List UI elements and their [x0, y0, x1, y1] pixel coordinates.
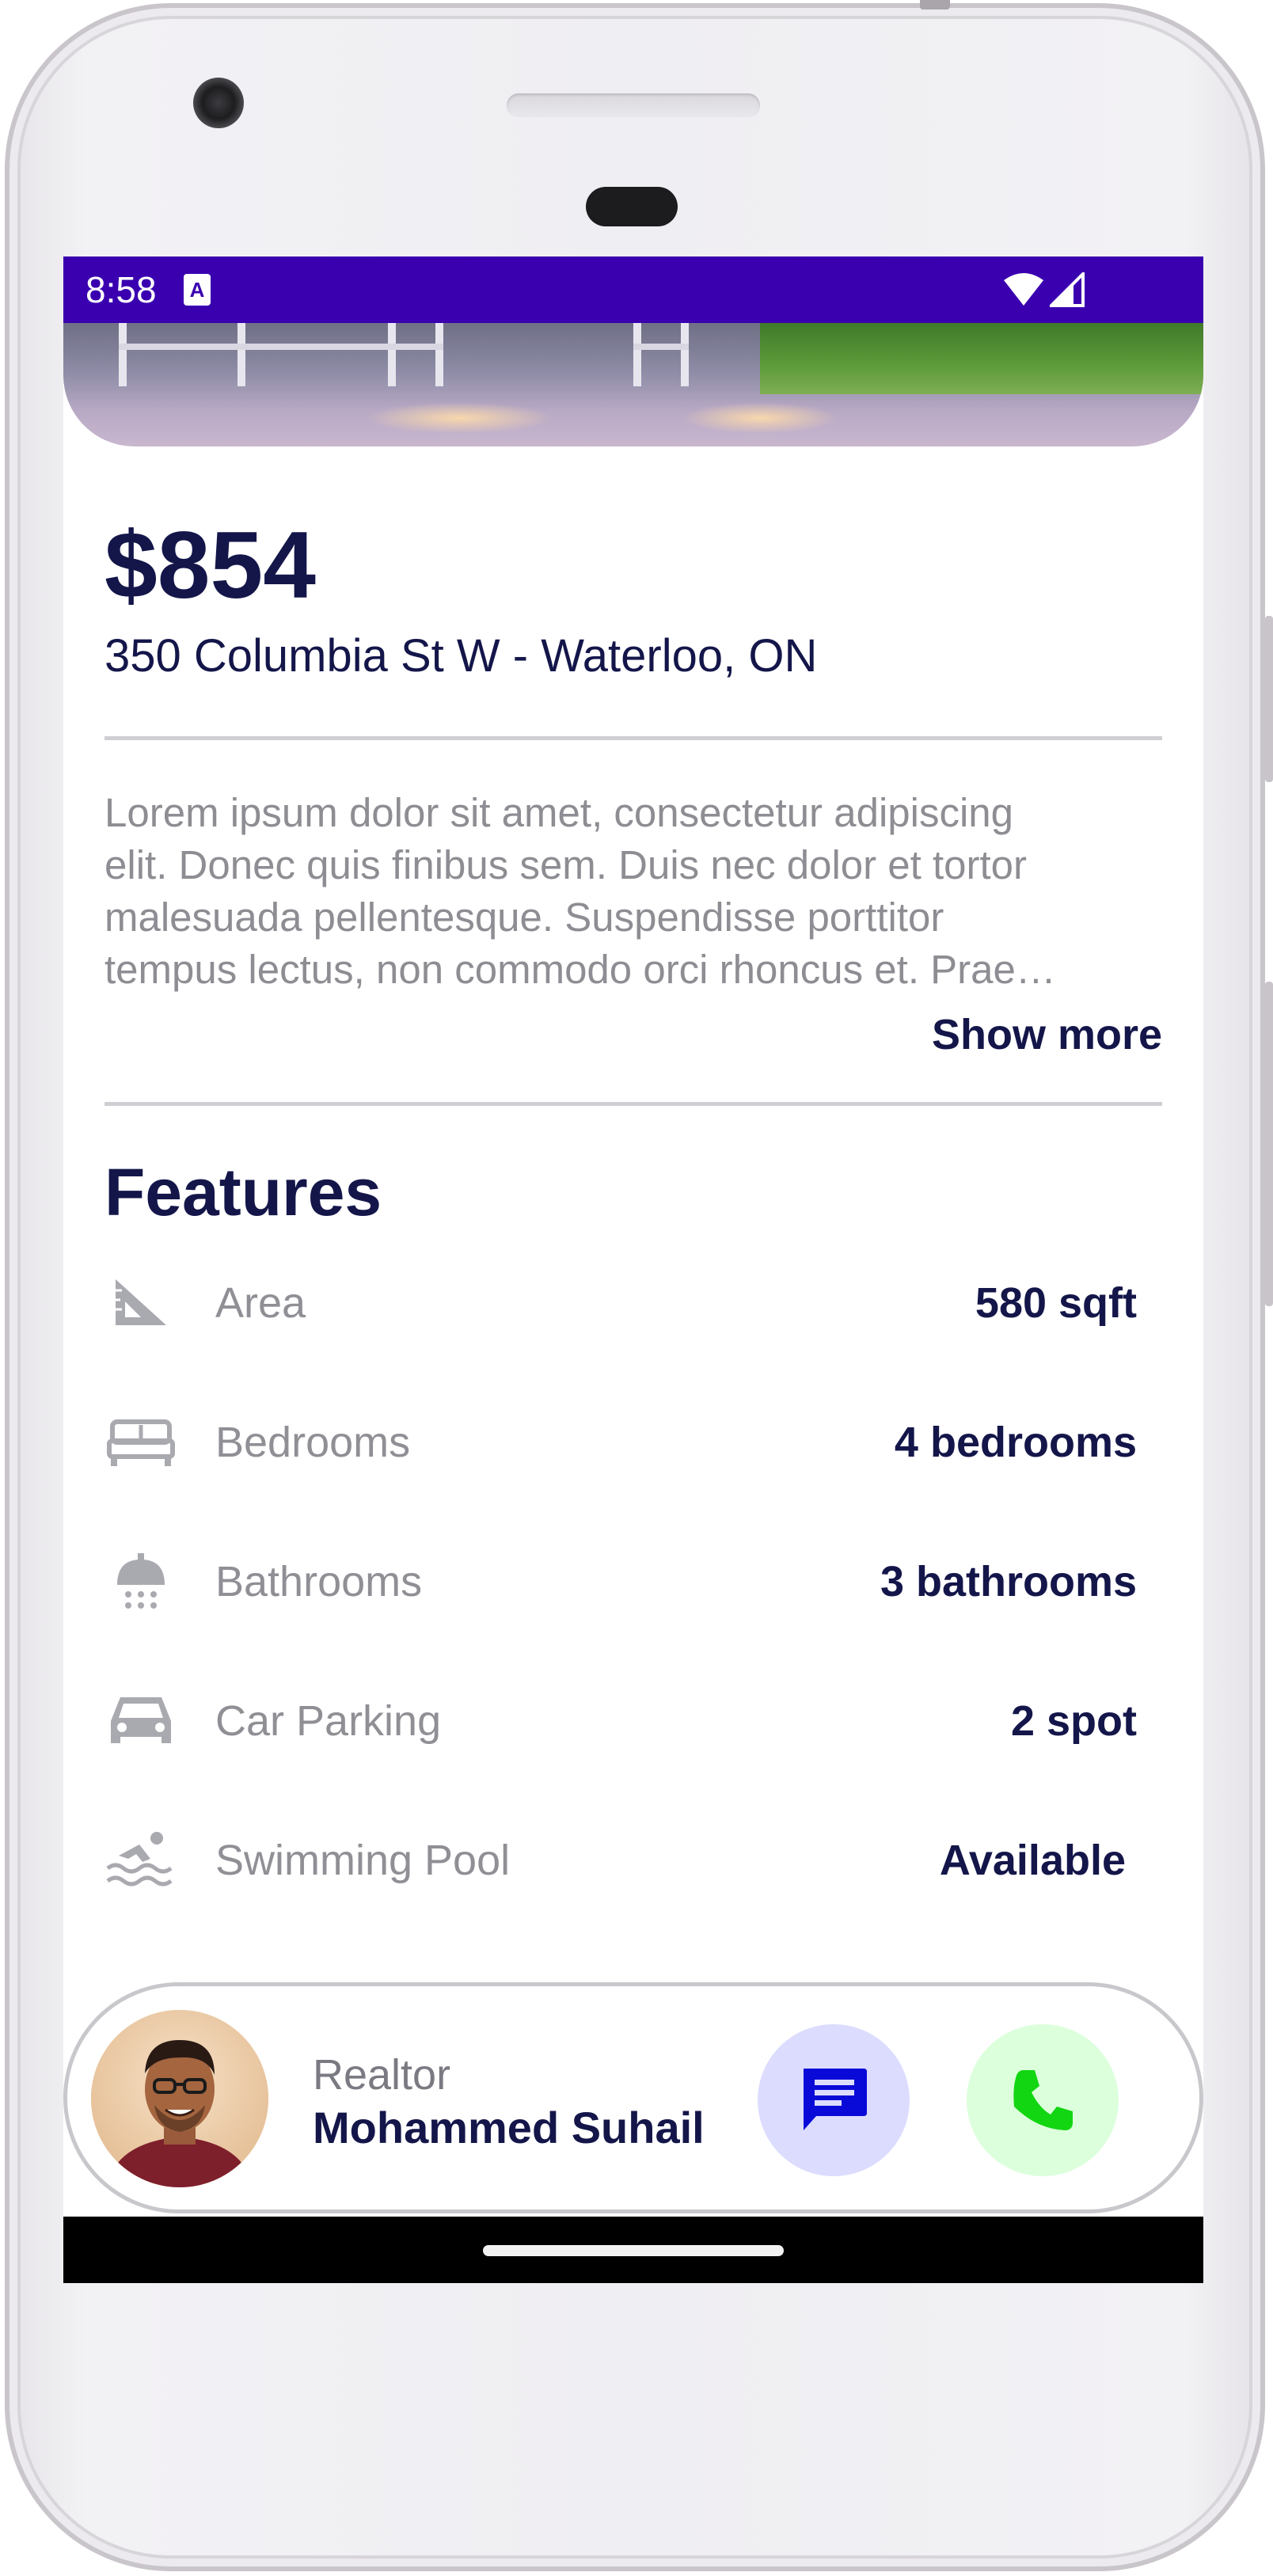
- feature-value: 4 bedrooms: [894, 1419, 1137, 1466]
- show-more-link[interactable]: Show more: [932, 1007, 1162, 1062]
- feature-row-swimming-pool: Swimming Pool Available: [104, 1822, 1137, 1898]
- photo-rail: [119, 344, 443, 350]
- wifi-icon: [1004, 273, 1043, 306]
- photo-post: [435, 323, 443, 386]
- realtor-role: Realtor: [313, 2051, 451, 2099]
- feature-label: Swimming Pool: [215, 1837, 511, 1884]
- feature-row-bedrooms: Bedrooms 4 bedrooms: [104, 1404, 1137, 1480]
- status-bar: 8:58 A: [63, 256, 1203, 323]
- home-gesture-handle[interactable]: [483, 2245, 784, 2256]
- a-box-icon: A: [184, 274, 211, 306]
- cell-signal-icon: [1050, 272, 1085, 307]
- call-button[interactable]: [967, 2024, 1119, 2176]
- message-button[interactable]: [758, 2024, 910, 2176]
- features-heading: Features: [104, 1155, 382, 1229]
- front-camera: [193, 78, 244, 128]
- listing-price: $854: [104, 512, 316, 618]
- phone-icon: [1013, 2070, 1073, 2130]
- feature-row-car-parking: Car Parking 2 spot: [104, 1683, 1137, 1759]
- feature-label: Bedrooms: [215, 1419, 411, 1466]
- feature-value: 580 sqft: [975, 1279, 1137, 1327]
- photo-lawn: [760, 323, 1203, 394]
- shower-icon: [117, 1553, 165, 1609]
- realtor-card: Realtor Mohammed Suhail: [63, 1982, 1203, 2213]
- volume-button: [1265, 982, 1273, 1306]
- status-time: 8:58: [86, 269, 157, 310]
- swimming-pool-icon: [106, 1832, 173, 1886]
- photo-post: [119, 323, 127, 386]
- photo-post: [238, 323, 245, 386]
- feature-label: Car Parking: [215, 1697, 442, 1745]
- photo-post: [681, 323, 689, 386]
- bed-icon: [107, 1419, 175, 1466]
- phone-top-edge: [920, 0, 950, 9]
- divider: [104, 736, 1162, 740]
- photo-post: [633, 323, 641, 386]
- app-screen: 8:58 A $854 350 Columbia St W - Waterloo…: [63, 256, 1203, 2283]
- divider: [104, 1102, 1162, 1106]
- message-icon: [804, 2069, 867, 2130]
- power-button: [1265, 616, 1273, 782]
- photo-rail: [633, 344, 689, 350]
- avatar[interactable]: [91, 2010, 268, 2187]
- proximity-sensor: [586, 187, 678, 226]
- realtor-photo: [91, 2010, 268, 2187]
- photo-reflection: [364, 402, 554, 434]
- photo-reflection: [681, 402, 839, 434]
- photo-post: [388, 323, 396, 386]
- listing-address: 350 Columbia St W - Waterloo, ON: [104, 630, 818, 682]
- feature-label: Area: [215, 1279, 306, 1327]
- realtor-name: Mohammed Suhail: [313, 2103, 705, 2152]
- set-square-icon: [116, 1279, 166, 1325]
- device-mockup: 8:58 A $854 350 Columbia St W - Waterloo…: [0, 0, 1273, 2576]
- feature-row-area: Area 580 sqft: [104, 1265, 1137, 1341]
- property-photo[interactable]: [63, 323, 1203, 446]
- feature-value: 2 spot: [1010, 1697, 1137, 1745]
- car-icon: [111, 1697, 171, 1743]
- feature-label: Bathrooms: [215, 1558, 423, 1605]
- navigation-bar: [63, 2217, 1203, 2283]
- earpiece-speaker: [507, 93, 760, 117]
- feature-row-bathrooms: Bathrooms 3 bathrooms: [104, 1544, 1137, 1620]
- listing-description: Lorem ipsum dolor sit amet, consectetur …: [104, 790, 1056, 992]
- feature-value: Available: [939, 1837, 1126, 1884]
- feature-value: 3 bathrooms: [880, 1558, 1137, 1605]
